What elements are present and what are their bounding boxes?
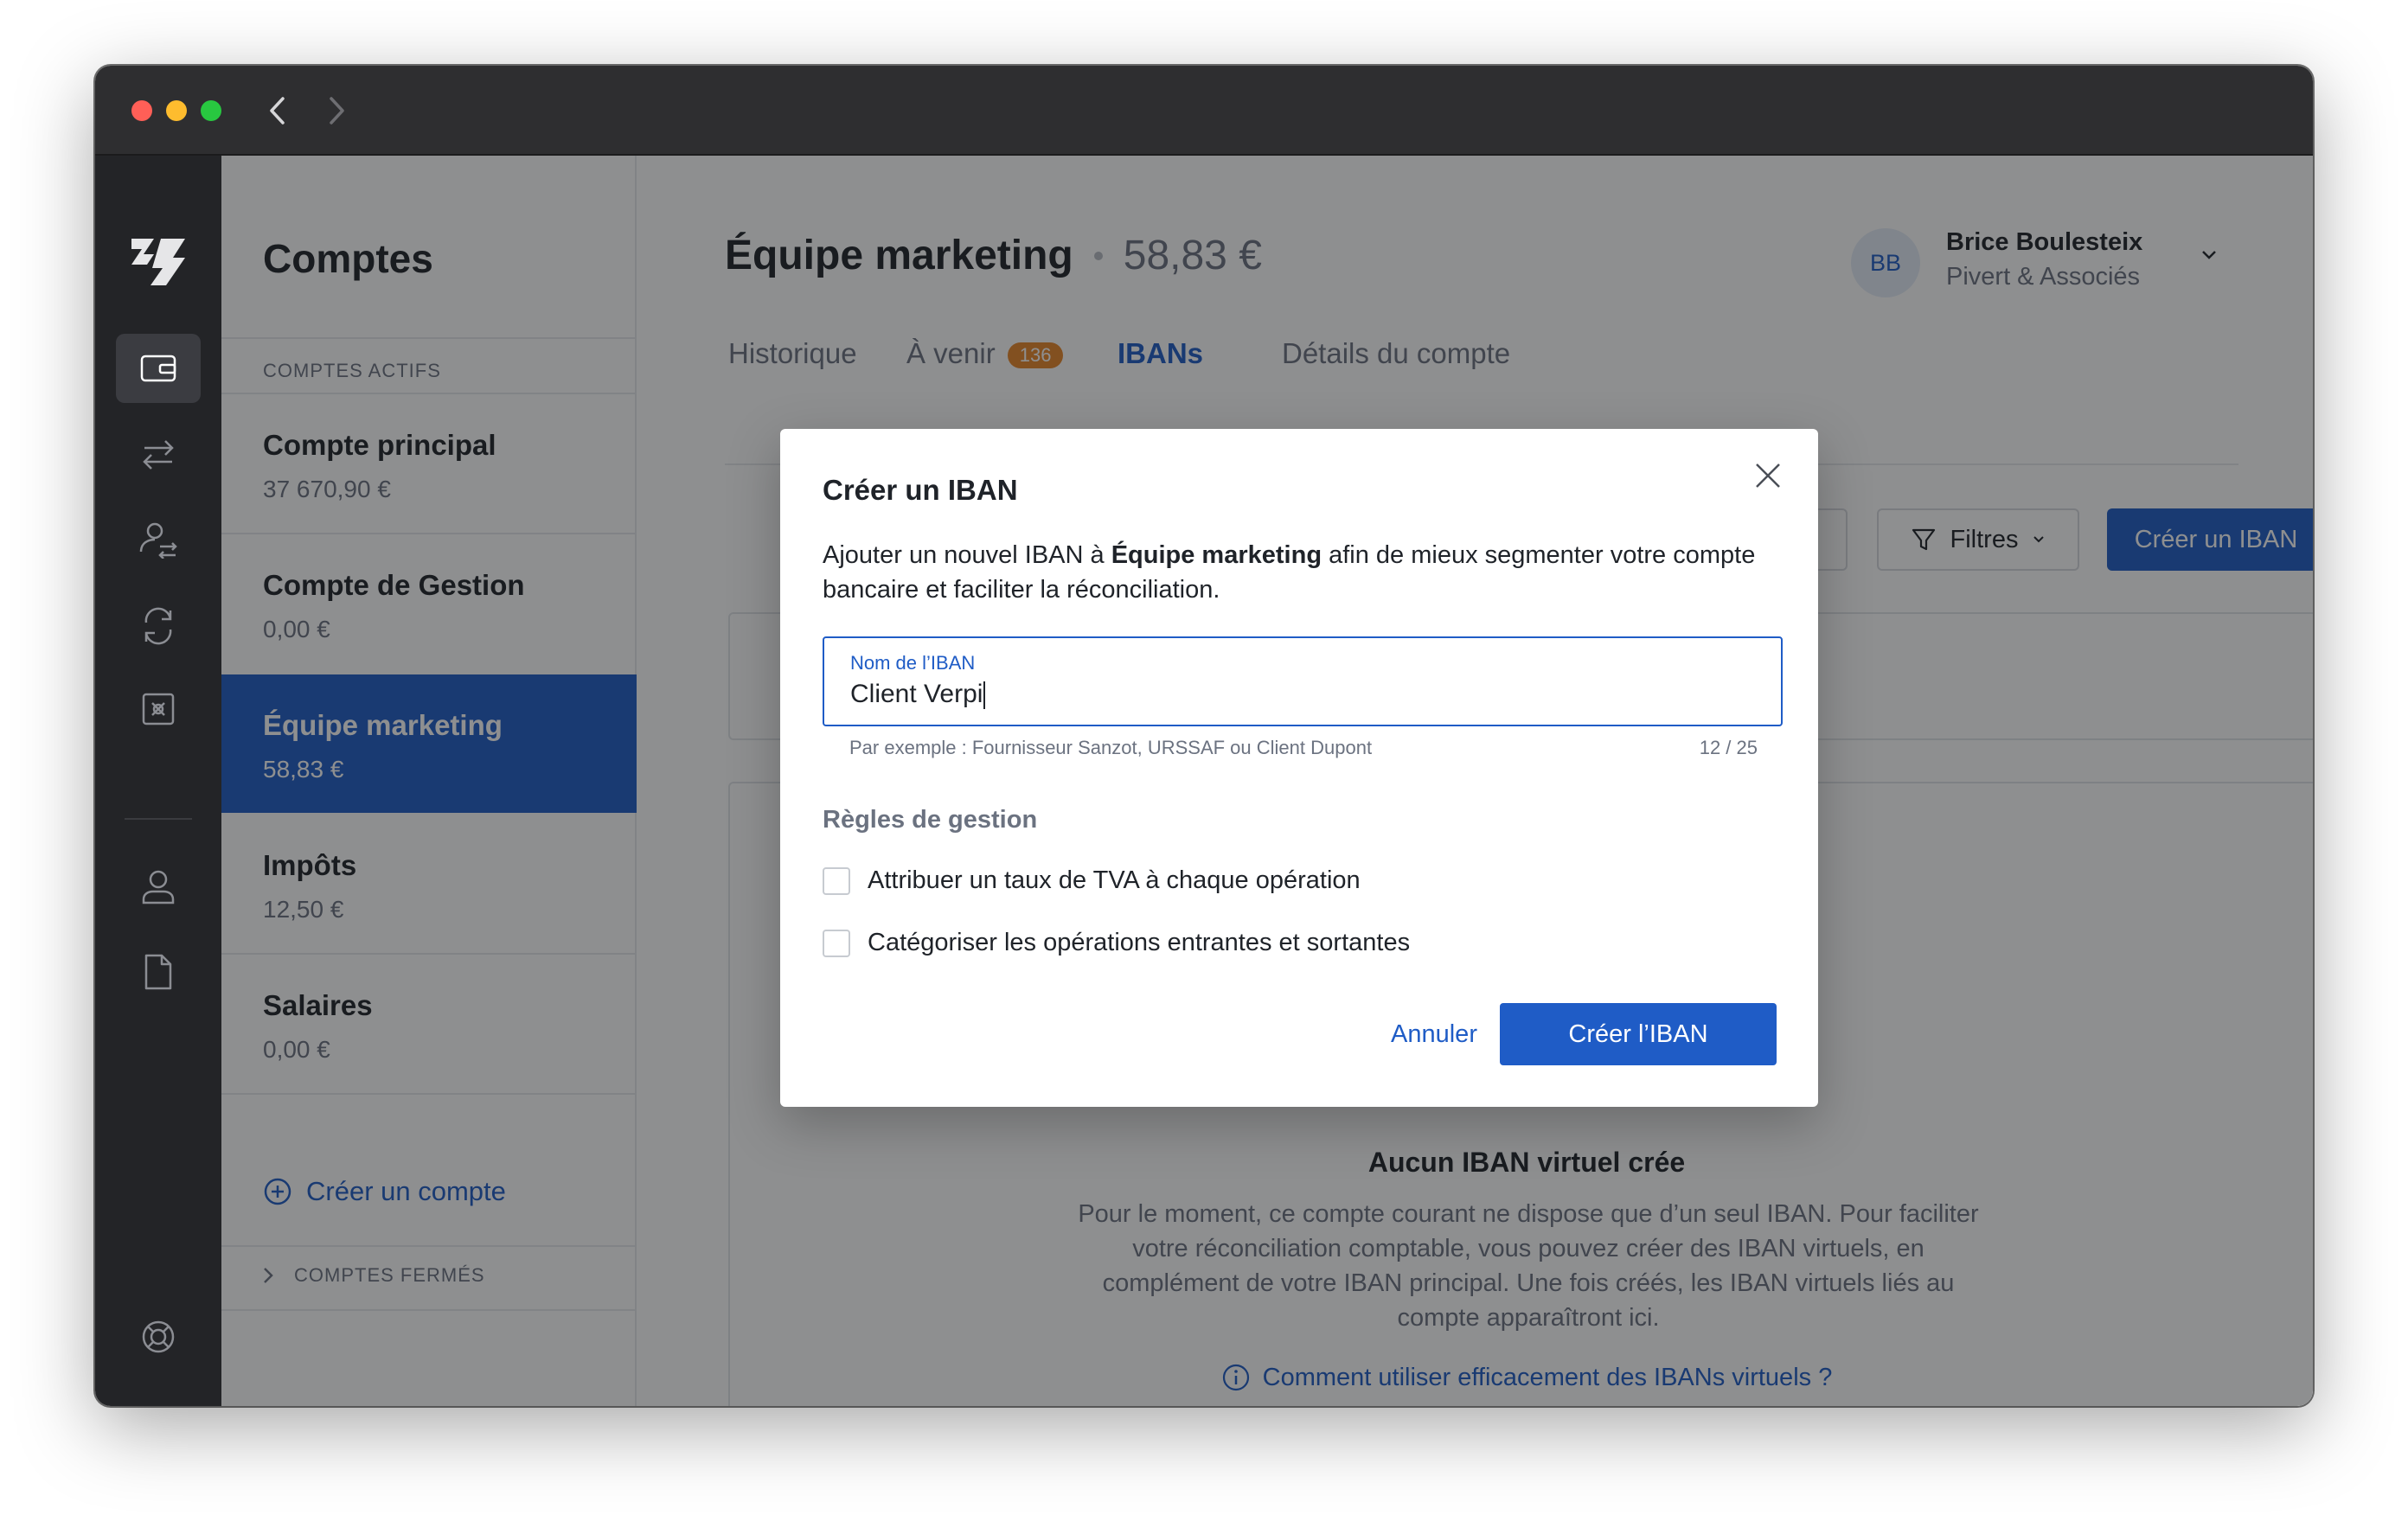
rail-recurring[interactable] [116, 591, 201, 661]
rule-category-checkbox[interactable] [823, 929, 850, 957]
brand-logo [128, 232, 189, 292]
create-iban-submit-button[interactable]: Créer l’IBAN [1500, 1003, 1777, 1065]
rule-category-row[interactable]: Catégoriser les opérations entrantes et … [823, 929, 1410, 957]
iban-name-input[interactable]: Client Verpi [850, 680, 986, 710]
char-counter: 12 / 25 [1699, 737, 1758, 758]
rail-team[interactable] [116, 853, 201, 922]
rules-title: Règles de gestion [823, 806, 1038, 834]
lifebuoy-icon [142, 1320, 175, 1353]
rail-help[interactable] [116, 1302, 201, 1371]
wallet-icon [140, 355, 176, 382]
iban-name-label: Nom de l’IBAN [850, 652, 976, 674]
app-window: Comptes COMPTES ACTIFS Compte principal … [95, 66, 2313, 1406]
modal-title: Créer un IBAN [823, 474, 1018, 506]
desc-prefix: Ajouter un nouvel IBAN à [823, 541, 1111, 569]
iban-name-hint: Par exemple : Fournisseur Sanzot, URSSAF… [849, 737, 1373, 758]
desc-account: Équipe marketing [1111, 541, 1322, 569]
person-icon [142, 870, 175, 904]
maximize-window-button[interactable] [201, 100, 221, 121]
close-window-button[interactable] [131, 100, 152, 121]
rule-vat-row[interactable]: Attribuer un taux de TVA à chaque opérat… [823, 866, 1361, 895]
rule-vat-checkbox[interactable] [823, 866, 850, 895]
document-icon [144, 954, 172, 990]
rail-accounts[interactable] [116, 334, 201, 403]
title-bar [95, 66, 2313, 156]
minimize-window-button[interactable] [166, 100, 187, 121]
modal-description: Ajouter un nouvel IBAN à Équipe marketin… [823, 538, 1783, 607]
rail-divider [125, 818, 192, 820]
iban-name-value: Client Verpi [850, 680, 983, 708]
cancel-button[interactable]: Annuler [1365, 1003, 1503, 1065]
back-arrow-icon[interactable] [256, 88, 298, 133]
rail-beneficiaries[interactable] [116, 505, 201, 574]
rail-documents[interactable] [116, 937, 201, 1007]
recurring-icon [144, 607, 172, 645]
text-caret [983, 681, 986, 710]
transfer-icon [143, 440, 174, 470]
rail-cards[interactable] [116, 674, 201, 744]
user-transfer-icon [139, 522, 177, 559]
create-iban-modal: Créer un IBAN Ajouter un nouvel IBAN à É… [780, 429, 1818, 1107]
card-icon [142, 693, 175, 725]
rail-transfers[interactable] [116, 420, 201, 489]
rule-category-label: Catégoriser les opérations entrantes et … [868, 929, 1411, 956]
forward-arrow-icon[interactable] [317, 88, 358, 133]
icon-rail [95, 156, 221, 1406]
iban-name-field[interactable]: Nom de l’IBAN Client Verpi [823, 636, 1783, 726]
rule-vat-label: Attribuer un taux de TVA à chaque opérat… [868, 866, 1361, 894]
close-icon[interactable] [1751, 458, 1785, 493]
